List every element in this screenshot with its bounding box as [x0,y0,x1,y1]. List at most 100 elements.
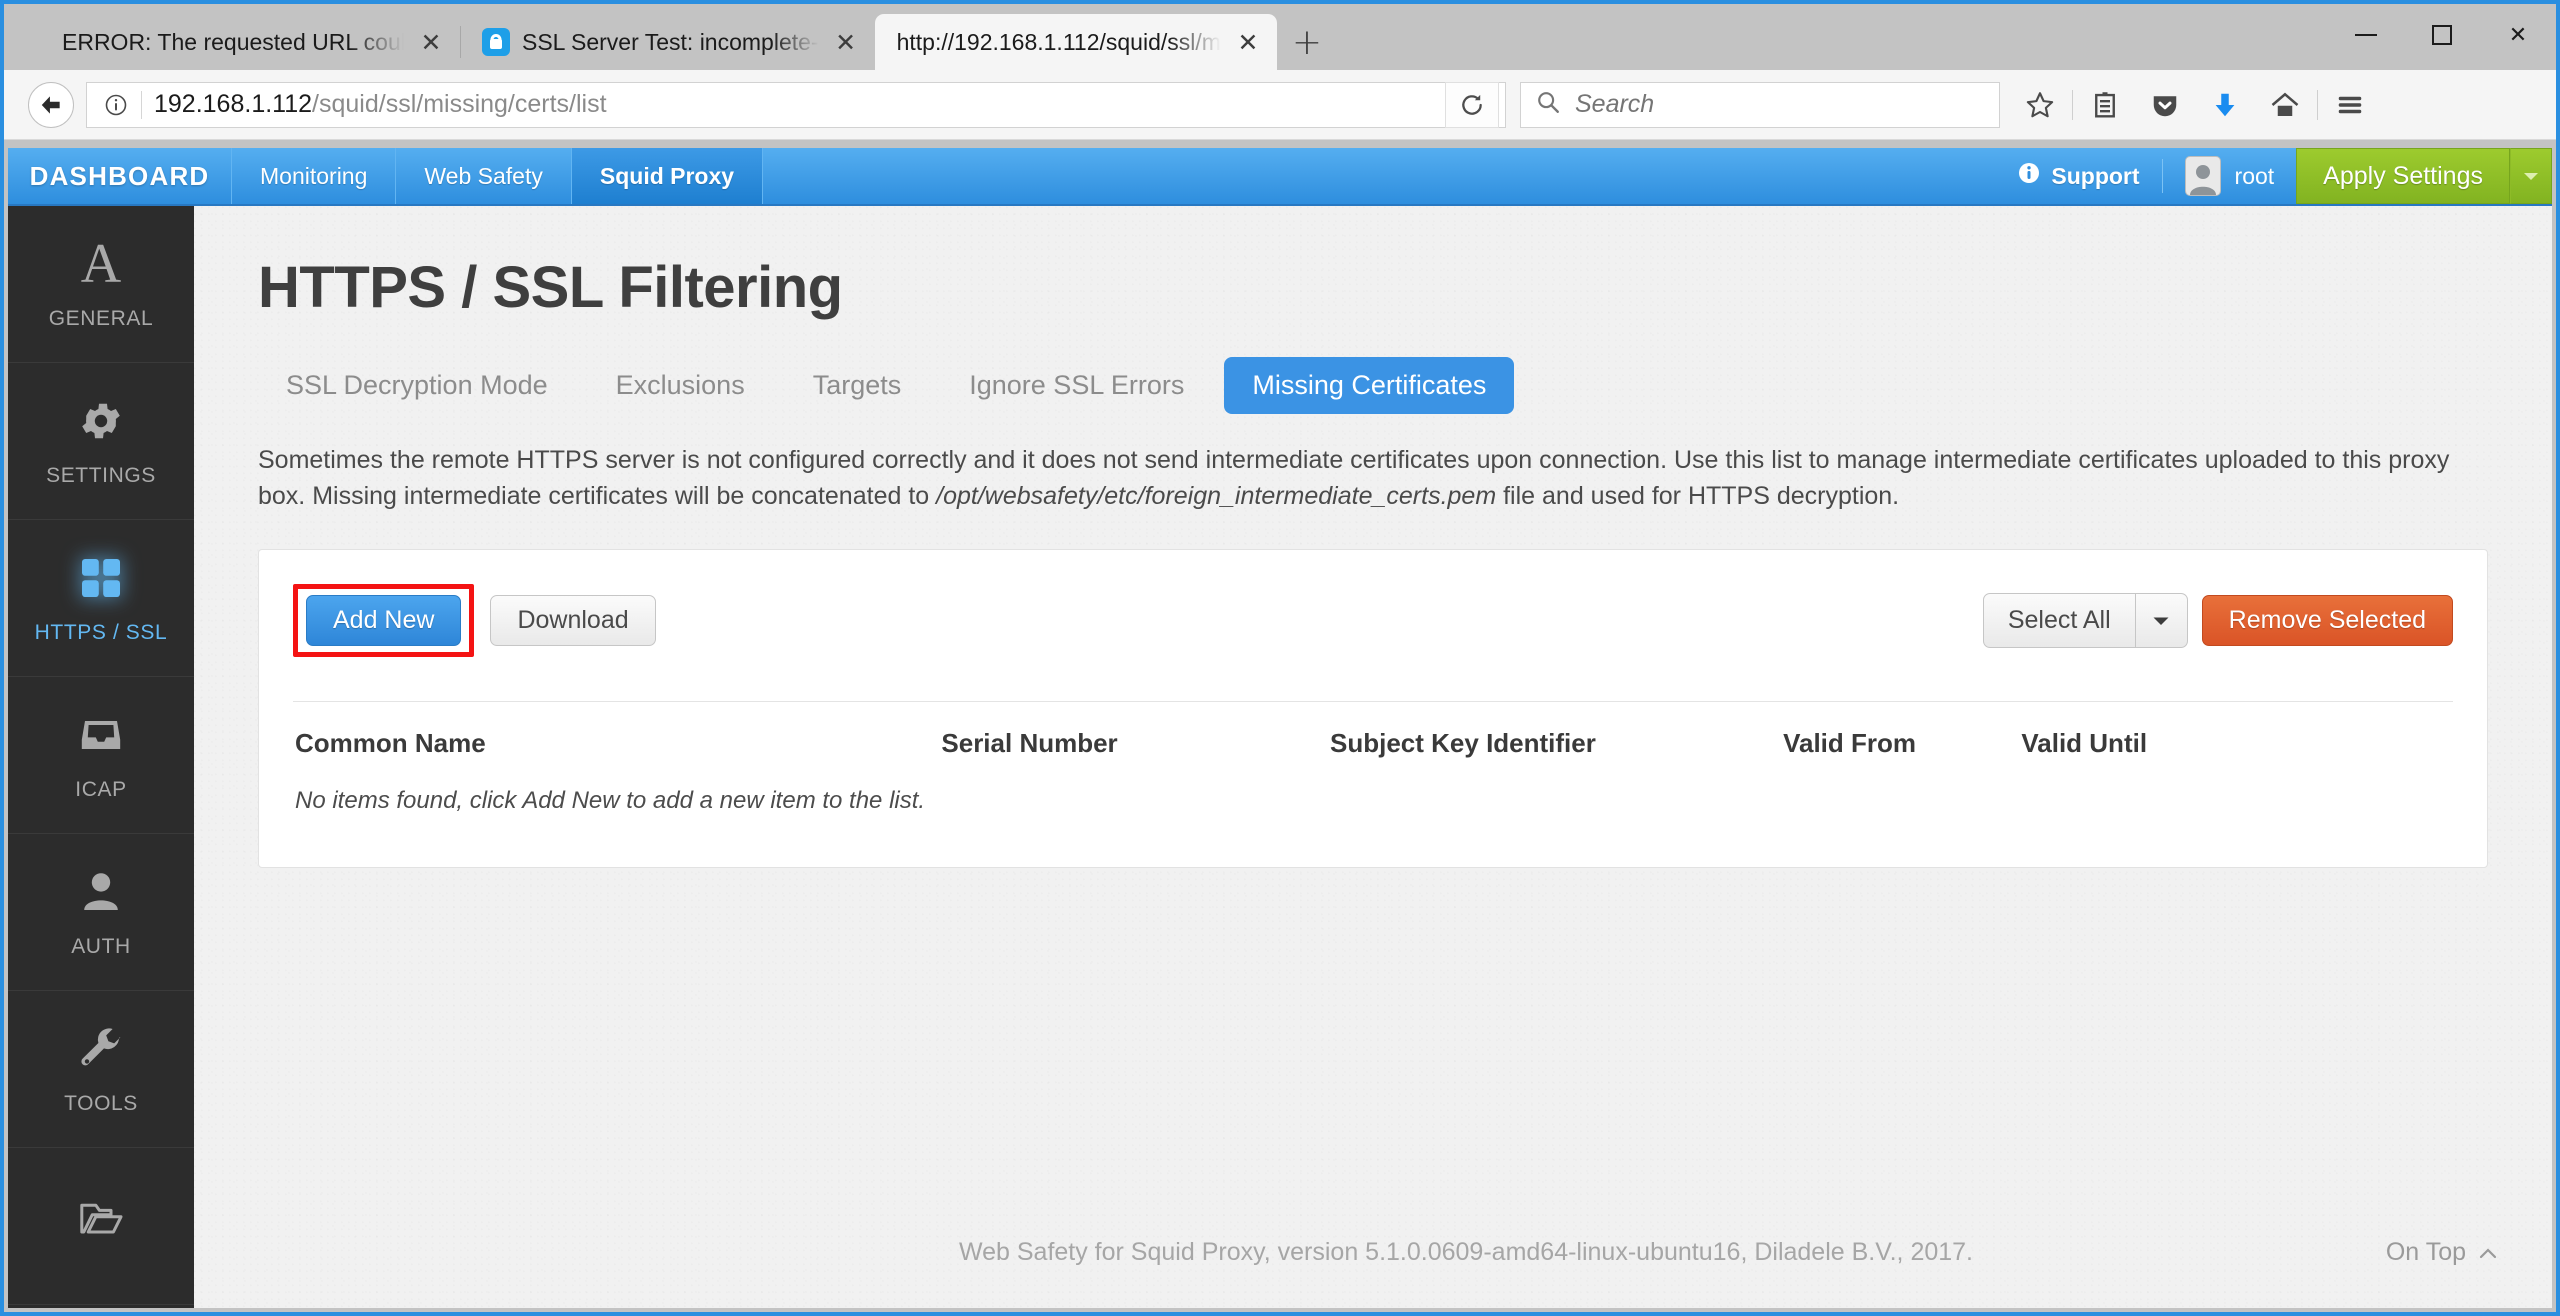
tab-ignore-ssl-errors[interactable]: Ignore SSL Errors [941,357,1212,414]
browser-tab-3[interactable]: http://192.168.1.112/squid/ssl/m ✕ [875,14,1277,70]
topnav-right-group: Support root Apply Settings [1995,148,2552,204]
sidebar-item-label: HTTPS / SSL [35,621,168,645]
remove-selected-button[interactable]: Remove Selected [2202,595,2453,646]
browser-window: ERROR: The requested URL coul ✕ SSL Serv… [0,0,2560,1316]
column-common-name[interactable]: Common Name [295,704,939,779]
url-text: 192.168.1.112/squid/ssl/missing/certs/li… [154,90,1439,119]
folder-open-icon [77,1191,125,1245]
tab-close-icon[interactable]: ✕ [416,27,446,57]
column-serial-number[interactable]: Serial Number [941,704,1328,779]
window-maximize-button[interactable] [2404,4,2480,66]
apply-settings-button[interactable]: Apply Settings [2296,148,2510,204]
sidebar-item-label: TOOLS [64,1092,138,1116]
url-bar[interactable]: 192.168.1.112/squid/ssl/missing/certs/li… [86,82,1506,128]
app-content: HTTPS / SSL Filtering SSL Decryption Mod… [194,206,2552,1308]
user-menu[interactable]: root [2163,156,2297,196]
on-top-label: On Top [2386,1238,2466,1267]
table-body: No items found, click Add New to add a n… [295,781,2451,825]
column-valid-until[interactable]: Valid Until [2021,704,2451,779]
app-footer: Web Safety for Squid Proxy, version 5.1.… [380,1196,2552,1308]
page-info-icon[interactable] [101,90,131,120]
select-all-button[interactable]: Select All [1983,593,2136,648]
browser-tab-title: SSL Server Test: incomplete- [522,29,819,56]
sidebar-item-settings[interactable]: SETTINGS [8,363,194,520]
pocket-icon[interactable] [2135,79,2195,131]
new-tab-button[interactable]: + [1277,14,1337,70]
panel-toolbar: Add New Download Select All Remove Selec… [293,584,2453,657]
browser-tab-title: http://192.168.1.112/squid/ssl/m [897,29,1221,56]
url-path: /squid/ssl/missing/certs/list [312,90,607,118]
inbox-icon [77,708,125,762]
on-top-link[interactable]: On Top [2386,1238,2498,1267]
description-part2: file and used for HTTPS decryption. [1496,482,1899,510]
tab-targets[interactable]: Targets [785,357,930,414]
app-sidebar: A GENERAL SETTINGS [8,206,194,1308]
topnav-item-monitoring[interactable]: Monitoring [232,148,396,204]
sidebar-item-logs[interactable] [8,1148,194,1305]
apply-settings-caret-icon[interactable] [2510,148,2552,204]
urlbar-divider [141,91,142,119]
panel-toolbar-right: Select All Remove Selected [1983,593,2453,648]
page-title: HTTPS / SSL Filtering [258,254,2488,321]
browser-navbar: 192.168.1.112/squid/ssl/missing/certs/li… [4,70,2556,140]
table-header: Common Name Serial Number Subject Key Id… [295,704,2451,779]
table-empty-message: No items found, click Add New to add a n… [295,781,2451,825]
avatar [2185,156,2221,196]
column-subject-key-identifier[interactable]: Subject Key Identifier [1330,704,1781,779]
downloads-icon[interactable] [2195,79,2255,131]
tab-missing-certificates[interactable]: Missing Certificates [1224,357,1514,414]
sidebar-item-icap[interactable]: ICAP [8,677,194,834]
tab-close-icon[interactable]: ✕ [1233,27,1263,57]
tab-exclusions[interactable]: Exclusions [588,357,773,414]
add-new-button[interactable]: Add New [306,595,461,646]
sidebar-item-tools[interactable]: TOOLS [8,991,194,1148]
tab-close-icon[interactable]: ✕ [831,27,861,57]
topnav-item-squid-proxy[interactable]: Squid Proxy [572,148,763,204]
sidebar-item-label: GENERAL [49,307,154,331]
toolbar-divider [2317,90,2318,120]
menu-hamburger-icon[interactable] [2320,79,2380,131]
page-tabs: SSL Decryption Mode Exclusions Targets I… [258,357,2488,414]
table-empty-row: No items found, click Add New to add a n… [295,781,2451,825]
sidebar-item-label: ICAP [75,778,126,802]
window-close-button[interactable]: ✕ [2480,4,2556,66]
column-valid-from[interactable]: Valid From [1783,704,2019,779]
url-host: 192.168.1.112 [154,90,312,118]
home-icon[interactable] [2255,79,2315,131]
browser-tab-1[interactable]: ERROR: The requested URL coul ✕ [40,14,460,70]
library-icon[interactable] [2075,79,2135,131]
back-button[interactable] [28,82,74,128]
download-button[interactable]: Download [490,595,655,646]
sidebar-item-auth[interactable]: AUTH [8,834,194,991]
ssl-lock-icon [482,28,510,56]
description-file-path: /opt/websafety/etc/foreign_intermediate_… [936,482,1496,510]
window-minimize-button[interactable] [2328,4,2404,66]
certificates-table: Common Name Serial Number Subject Key Id… [293,701,2453,827]
bookmark-star-icon[interactable] [2010,79,2070,131]
search-bar[interactable]: Search [1520,82,2000,128]
search-placeholder: Search [1575,90,1654,119]
tab-ssl-decryption-mode[interactable]: SSL Decryption Mode [258,357,576,414]
web-application: DASHBOARD Monitoring Web Safety Squid Pr… [8,148,2552,1308]
support-link[interactable]: Support [1995,161,2161,191]
reload-button[interactable] [1445,82,1499,128]
browser-tab-2[interactable]: SSL Server Test: incomplete- ✕ [460,14,875,70]
table-header-row: Common Name Serial Number Subject Key Id… [295,704,2451,779]
topnav-item-web-safety[interactable]: Web Safety [396,148,571,204]
brand-dashboard[interactable]: DASHBOARD [8,148,232,204]
chevron-down-icon[interactable] [2136,593,2188,648]
sidebar-item-label: SETTINGS [46,464,156,488]
letter-a-icon: A [81,237,121,291]
window-controls: ✕ [2328,4,2556,66]
browser-tab-title: ERROR: The requested URL coul [62,29,404,56]
support-label: Support [2051,163,2139,190]
sidebar-item-label: AUTH [71,935,131,959]
sidebar-item-general[interactable]: A GENERAL [8,206,194,363]
sidebar-item-https-ssl[interactable]: HTTPS / SSL [8,520,194,677]
chevron-up-icon [2478,1238,2498,1267]
certificates-panel: Add New Download Select All Remove Selec… [258,549,2488,868]
browser-tabstrip: ERROR: The requested URL coul ✕ SSL Serv… [4,4,2556,70]
grid-squares-icon [77,551,125,605]
user-name: root [2235,163,2275,190]
browser-toolbar-icons [2010,79,2380,131]
